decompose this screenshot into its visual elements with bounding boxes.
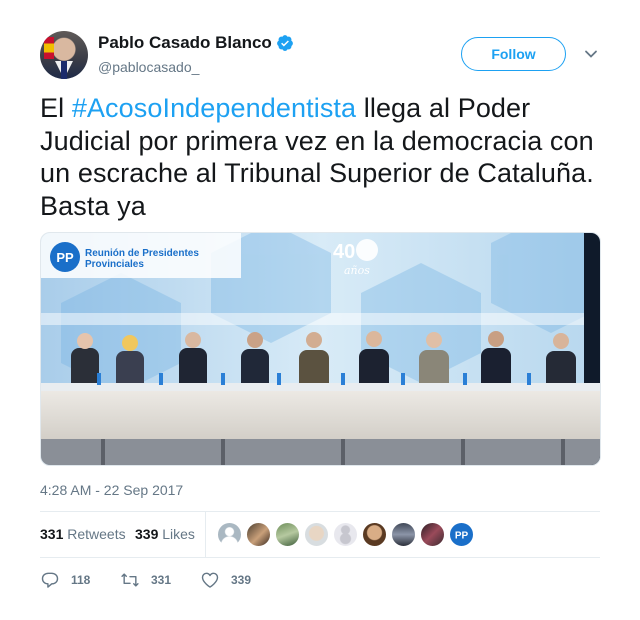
event-photo: PP Reunión de Presidentes Provinciales 4… [41, 233, 600, 465]
pp-logo-text: PP [56, 250, 74, 265]
liker-avatar[interactable] [217, 522, 242, 547]
pp-logo-icon: PP [455, 531, 469, 542]
follow-button[interactable]: Follow [461, 37, 566, 71]
verified-badge-icon [276, 35, 293, 51]
divider [40, 557, 600, 558]
banner-line2: Provinciales [85, 259, 144, 270]
liker-avatar[interactable] [420, 522, 445, 547]
liker-avatar[interactable] [333, 522, 358, 547]
liker-avatar[interactable] [275, 522, 300, 547]
reply-icon [41, 572, 59, 588]
hashtag-link[interactable]: #AcosoIndependentista [72, 93, 356, 123]
liker-avatar[interactable]: PP [449, 522, 474, 547]
retweet-button[interactable]: 331 [120, 568, 171, 592]
tweet-timestamp[interactable]: 4:28 AM - 22 Sep 2017 [40, 482, 183, 498]
flag-icon [44, 37, 54, 59]
banner-line1: Reunión de Presidentes [85, 248, 199, 259]
anniversary-word: años [344, 264, 370, 277]
retweets-stat[interactable]: 331 Retweets [40, 526, 126, 542]
heart-icon [201, 572, 219, 588]
likes-stat[interactable]: 339 Likes [135, 526, 195, 542]
tweet-text: El #AcosoIndependentista llega al Poder … [40, 93, 594, 221]
author-block[interactable]: Pablo Casado Blanco @pablocasado_ [98, 33, 294, 75]
svg-text:PP: PP [455, 531, 469, 542]
liker-avatar[interactable] [304, 522, 329, 547]
tweet-header: Pablo Casado Blanco @pablocasado_ Follow [40, 31, 600, 81]
tweet-photo[interactable]: PP Reunión de Presidentes Provinciales 4… [40, 232, 601, 466]
liker-avatar[interactable] [362, 522, 387, 547]
retweet-icon [121, 573, 139, 587]
like-button[interactable]: 339 [200, 568, 251, 592]
liker-avatar[interactable] [246, 522, 271, 547]
liker-avatar[interactable] [391, 522, 416, 547]
anniversary-number: 40 [333, 241, 355, 263]
avatar[interactable] [40, 31, 88, 79]
tweet-actions: 118 331 339 [40, 568, 600, 592]
handle: @pablocasado_ [98, 59, 200, 75]
chevron-down-icon[interactable] [584, 47, 598, 61]
tweet-stats: 331 Retweets 339 Likes PP [40, 512, 600, 557]
reply-button[interactable]: 118 [40, 568, 90, 592]
display-name[interactable]: Pablo Casado Blanco [98, 33, 272, 53]
divider [205, 512, 206, 557]
